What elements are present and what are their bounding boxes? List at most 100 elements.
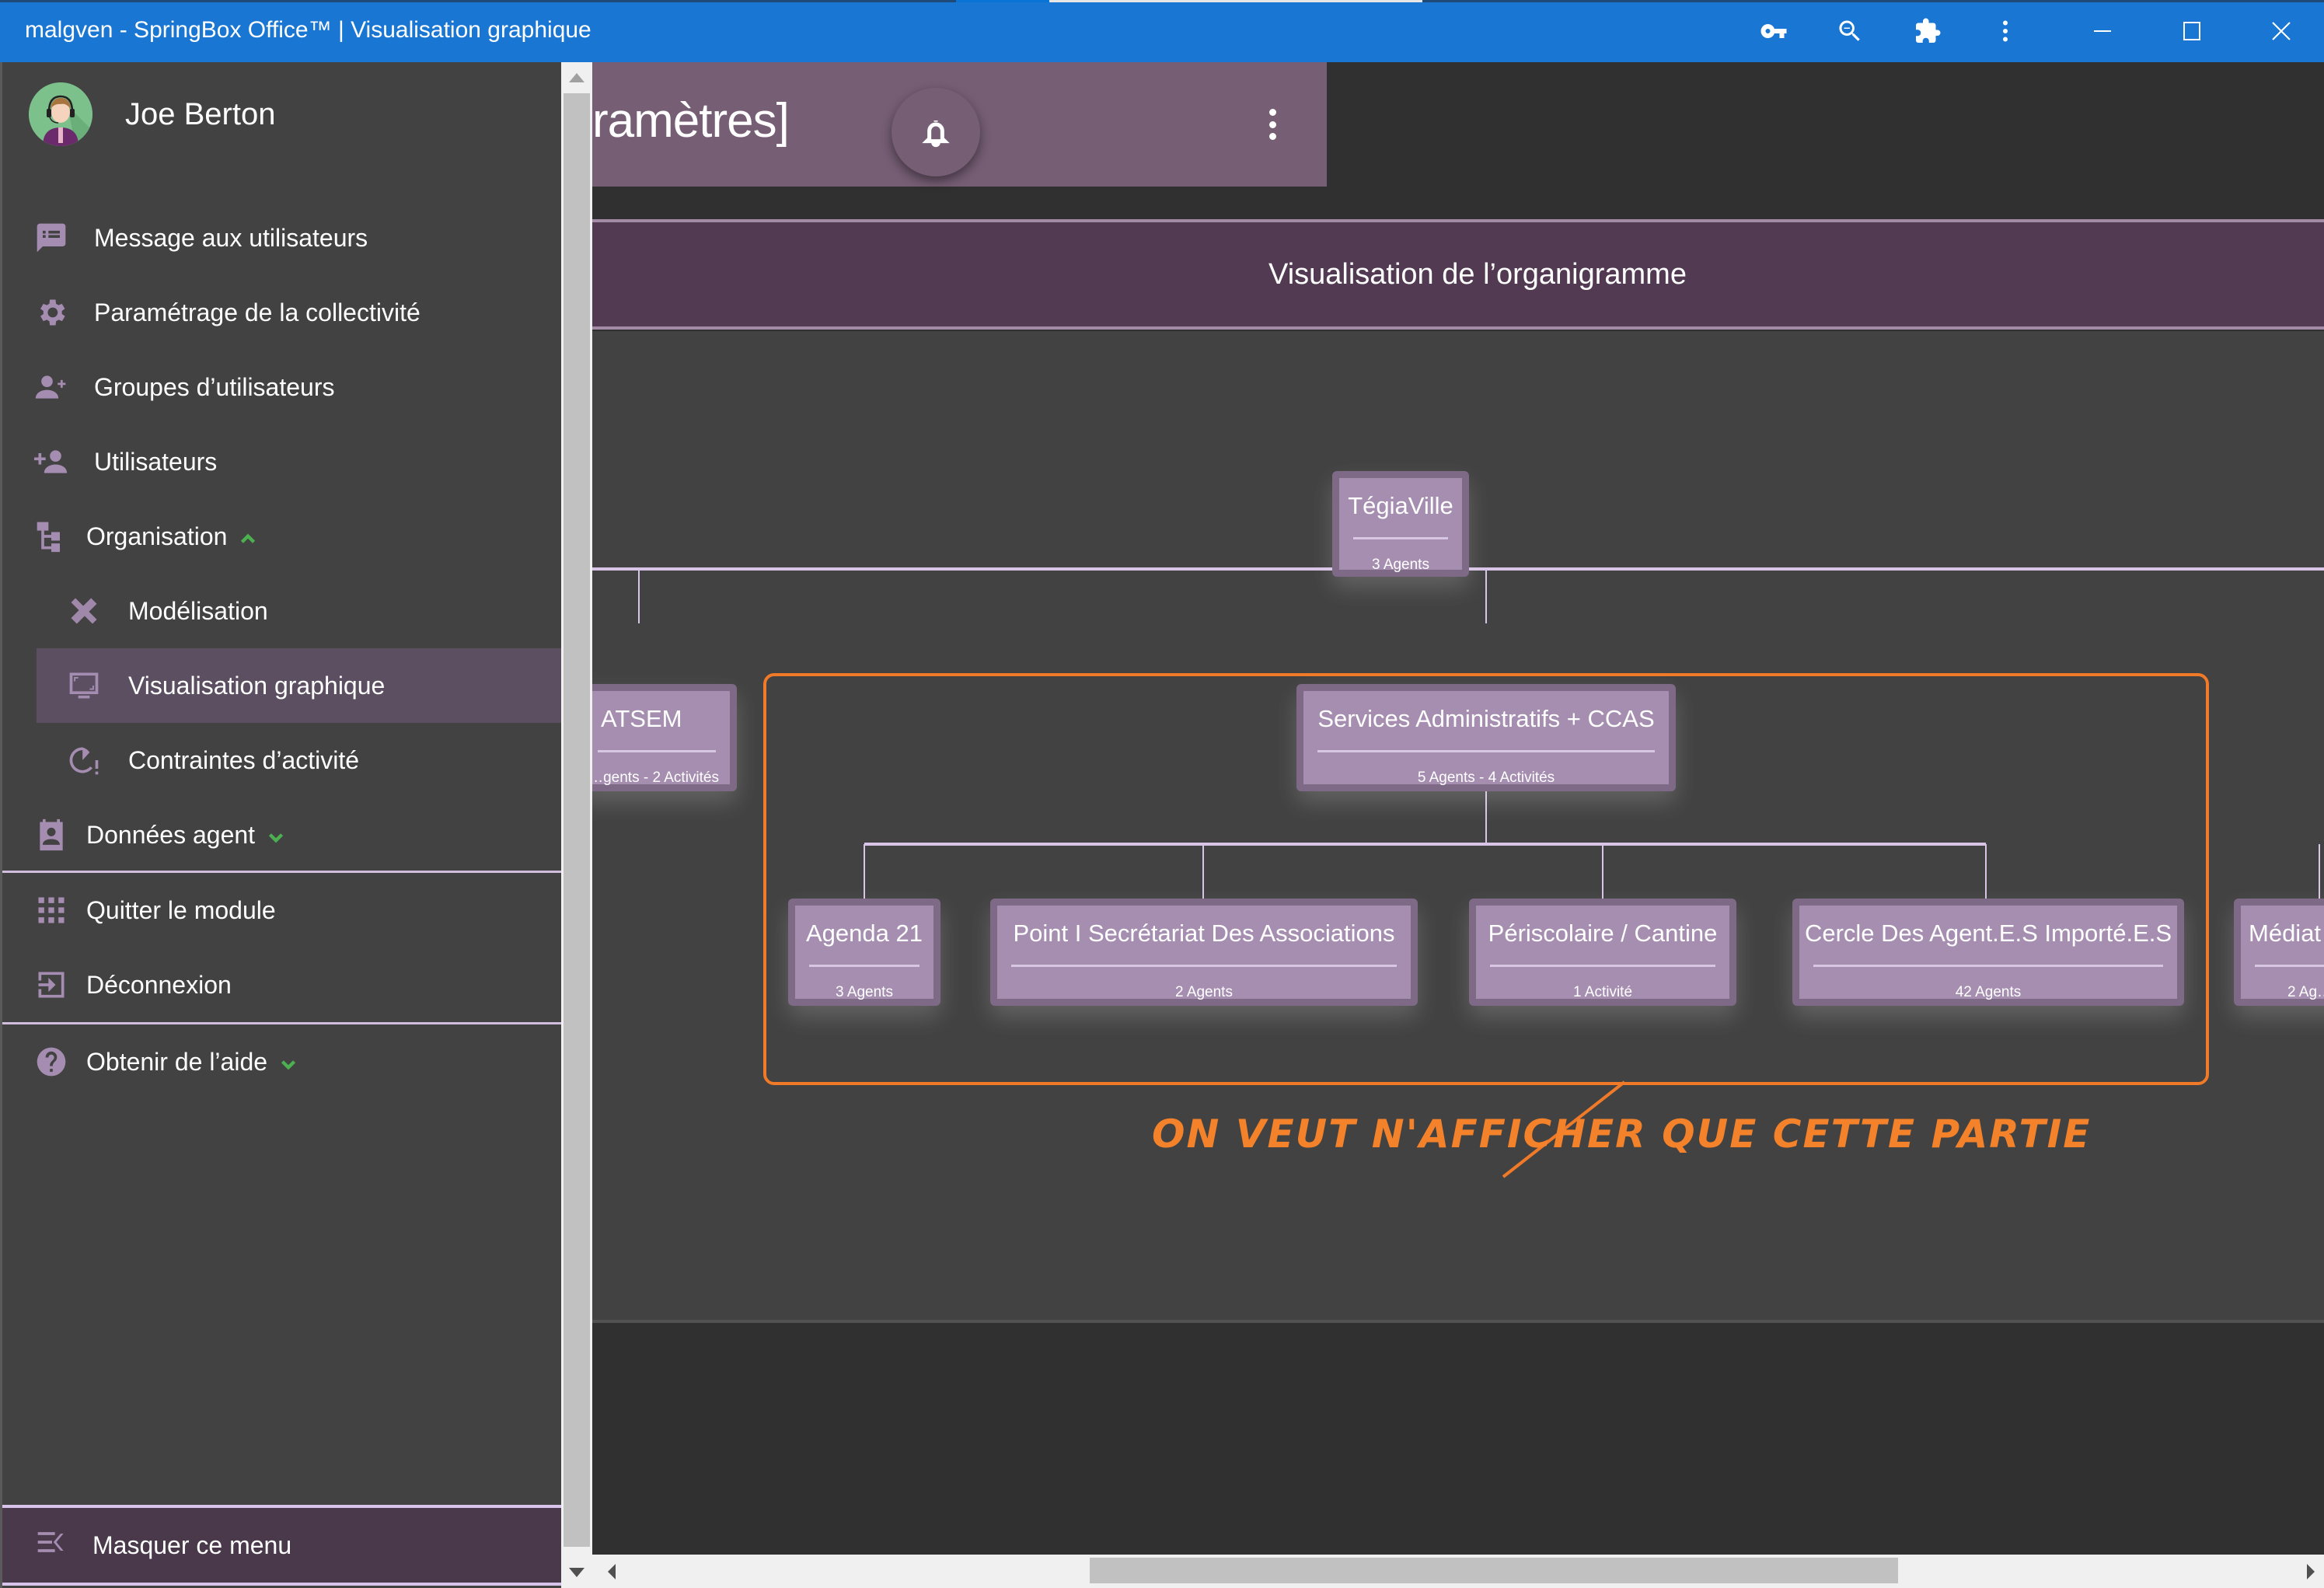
group-add-icon <box>32 368 71 407</box>
scrollbar-thumb[interactable] <box>564 93 590 1547</box>
node-name: ATSEM <box>601 705 682 732</box>
sidebar-item-label: Quitter le module <box>86 895 276 924</box>
sidebar-item-quitter[interactable]: Quitter le module <box>2 873 561 948</box>
node-info: 2 Ag… <box>2287 984 2324 1000</box>
node-info: 2 Agents <box>1175 984 1233 1000</box>
sidebar-item-aide[interactable]: Obtenir de l’aide <box>2 1024 561 1099</box>
org-node-atsem[interactable]: ATSEM …gents - 2 Activités <box>592 684 737 791</box>
horizontal-scrollbar[interactable] <box>592 1555 2324 1588</box>
sidebar-item-donnees-agent[interactable]: Données agent <box>2 797 561 872</box>
hide-menu-label: Masquer ce menu <box>92 1530 292 1559</box>
sidebar-item-label: Organisation <box>86 522 228 550</box>
app-header: ramètres] <box>592 62 1327 187</box>
title-strip <box>0 0 2324 2</box>
puzzle-icon[interactable] <box>1912 16 1943 47</box>
org-node-periscolaire[interactable]: Périscolaire / Cantine 1 Activité <box>1469 899 1736 1006</box>
breadcrumb[interactable]: ramètres] <box>592 93 790 148</box>
gear-icon <box>32 293 71 332</box>
scroll-up-arrow[interactable] <box>569 73 584 82</box>
org-node-cercle[interactable]: Cercle Des Agent.E.S Importé.E.S 42 Agen… <box>1792 899 2184 1006</box>
avatar <box>29 82 92 146</box>
sidebar-item-label: Modélisation <box>128 596 268 625</box>
org-node-root[interactable]: TégiaVille 3 Agents <box>1332 471 1469 577</box>
menu-collapse-icon <box>35 1525 69 1565</box>
window-titlebar: malgven - SpringBox Office™ | Visualisat… <box>0 0 2324 62</box>
sidebar-item-label: Groupes d’utilisateurs <box>94 372 335 401</box>
sidebar-item-visualisation[interactable]: Visualisation graphique <box>37 648 561 723</box>
node-info: 1 Activité <box>1572 984 1633 1000</box>
zoom-out-icon[interactable] <box>1834 16 1865 47</box>
sidebar-item-message[interactable]: Message aux utilisateurs <box>2 201 561 275</box>
sidebar-item-organisation[interactable]: Organisation <box>2 499 561 574</box>
person-add-icon <box>32 442 71 481</box>
sidebar-item-label: Contraintes d’activité <box>128 745 360 774</box>
org-tree-icon <box>32 517 71 556</box>
node-name: Cercle Des Agent.E.S Importé.E.S <box>1804 920 2172 947</box>
key-icon[interactable] <box>1758 16 1789 47</box>
main-content: ramètres] Visualisation de l’organigramm… <box>592 62 2324 1555</box>
sidebar-item-settings[interactable]: Paramétrage de la collectivité <box>2 275 561 350</box>
sidebar-item-label: Paramétrage de la collectivité <box>94 298 420 326</box>
screen-icon <box>65 666 103 705</box>
node-divider <box>809 965 919 967</box>
sidebar-item-users[interactable]: Utilisateurs <box>2 424 561 499</box>
node-info: 3 Agents <box>836 984 893 1000</box>
node-info: 5 Agents - 4 Activités <box>1417 770 1555 786</box>
user-name: Joe Berton <box>125 96 276 131</box>
org-node-agenda21[interactable]: Agenda 21 3 Agents <box>788 899 940 1006</box>
apps-grid-icon <box>32 891 71 930</box>
maximize-button[interactable] <box>2169 11 2215 51</box>
node-divider <box>1353 537 1448 539</box>
chevron-down-icon[interactable] <box>266 825 286 845</box>
more-options-button[interactable] <box>1257 109 1288 140</box>
logout-icon <box>32 965 71 1004</box>
scrollbar-thumb[interactable] <box>1090 1558 1898 1583</box>
node-divider <box>1490 965 1715 967</box>
node-divider <box>2255 965 2324 967</box>
node-divider <box>1317 750 1655 752</box>
user-profile[interactable]: Joe Berton <box>29 82 275 146</box>
notifications-button[interactable] <box>892 88 980 176</box>
more-vert-icon[interactable] <box>1990 16 2021 47</box>
scroll-right-arrow[interactable] <box>2307 1564 2315 1579</box>
bell-icon <box>922 120 950 148</box>
org-node-services-admin[interactable]: Services Administratifs + CCAS 5 Agents … <box>1296 684 1676 791</box>
sidebar-item-label: Déconnexion <box>86 970 232 999</box>
hide-menu-button[interactable]: Masquer ce menu <box>2 1505 561 1586</box>
org-node-mediatheque[interactable]: Médiat… 2 Ag… <box>2234 899 2324 1006</box>
annotation-text: ON VEUT N'AFFICHER QUE CETTE PARTIE <box>1152 1112 2092 1157</box>
node-name: Périscolaire / Cantine <box>1488 920 1718 947</box>
sidebar-item-modelisation[interactable]: Modélisation <box>2 574 561 648</box>
help-icon <box>32 1042 71 1081</box>
scroll-down-arrow[interactable] <box>569 1568 584 1577</box>
window-title: malgven - SpringBox Office™ | Visualisat… <box>25 17 591 43</box>
node-divider <box>1813 965 2163 967</box>
sidebar-item-label: Données agent <box>86 820 256 849</box>
close-button[interactable] <box>2258 11 2305 51</box>
sidebar-item-label: Utilisateurs <box>94 447 218 476</box>
scroll-left-arrow[interactable] <box>608 1564 616 1579</box>
sidebar-item-deconnexion[interactable]: Déconnexion <box>2 948 561 1022</box>
sidebar-item-label: Message aux utilisateurs <box>94 223 368 252</box>
chevron-up-icon[interactable] <box>238 526 258 546</box>
sidebar-item-user-groups[interactable]: Groupes d’utilisateurs <box>2 350 561 424</box>
node-info: 3 Agents <box>1372 557 1429 573</box>
sidebar-item-contraintes[interactable]: Contraintes d’activité <box>2 723 561 797</box>
node-name: Médiat… <box>2249 920 2324 947</box>
node-name: TégiaVille <box>1348 492 1453 519</box>
node-info: 42 Agents <box>1955 984 2022 1000</box>
sidebar-scrollbar[interactable] <box>561 62 592 1588</box>
node-divider <box>598 750 716 752</box>
sidebar-item-label: Visualisation graphique <box>128 671 386 700</box>
org-node-point-i[interactable]: Point I Secrétariat Des Associations 2 A… <box>990 899 1418 1006</box>
contact-card-icon <box>32 815 71 854</box>
minimize-button[interactable] <box>2079 11 2126 51</box>
node-divider <box>1011 965 1397 967</box>
org-chart: TégiaVille 3 Agents ATSEM …gents - 2 Act… <box>592 331 2324 1323</box>
node-name: Agenda 21 <box>806 920 923 947</box>
sidebar-item-label: Obtenir de l’aide <box>86 1047 268 1076</box>
chevron-down-icon[interactable] <box>278 1052 298 1072</box>
node-name: Services Administratifs + CCAS <box>1317 705 1655 732</box>
node-info: …gents - 2 Activités <box>592 770 719 786</box>
timer-alert-icon <box>65 741 103 780</box>
